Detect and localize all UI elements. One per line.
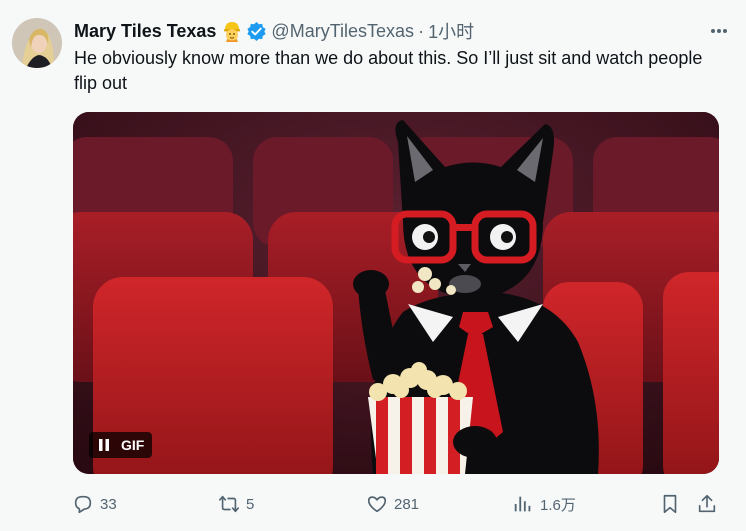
views-button[interactable]: 1.6万 — [512, 490, 576, 518]
share-button[interactable] — [696, 490, 718, 518]
more-horizontal-icon — [711, 29, 727, 33]
reply-icon — [74, 495, 92, 514]
analytics-icon — [514, 496, 531, 512]
reply-button[interactable]: 33 — [72, 490, 117, 518]
gif-badge[interactable]: GIF — [89, 432, 153, 458]
avatar-image — [12, 18, 62, 68]
gif-label: GIF — [121, 437, 145, 453]
reply-count: 33 — [100, 495, 117, 513]
pause-button[interactable] — [93, 434, 115, 456]
author-handle[interactable]: @MaryTilesTexas — [271, 21, 414, 42]
share-icon — [698, 494, 716, 513]
author-display-name[interactable]: Mary Tiles Texas — [74, 21, 216, 42]
construction-worker-emoji-icon — [224, 22, 241, 42]
view-count: 1.6万 — [540, 496, 576, 514]
like-count: 281 — [394, 495, 420, 513]
tweet-header: Mary Tiles Texas @MaryTilesTexas · 1小时 — [74, 18, 734, 44]
more-options-button[interactable] — [704, 18, 734, 44]
timestamp[interactable]: 1小时 — [428, 18, 474, 44]
repost-count: 5 — [246, 495, 255, 513]
verified-badge-icon[interactable] — [246, 21, 267, 42]
tweet-text: He obviously know more than we do about … — [74, 48, 703, 93]
tweet[interactable]: Mary Tiles Texas @MaryTilesTexas · 1小时 H… — [0, 0, 746, 531]
tweet-actions: 33 5 281 1.6万 — [72, 490, 722, 518]
pause-icon — [99, 439, 109, 451]
cat-eating-popcorn-gif — [73, 112, 719, 474]
bookmark-button[interactable] — [659, 490, 681, 518]
repost-button[interactable]: 5 — [218, 490, 254, 518]
gif-media[interactable]: GIF — [73, 112, 719, 474]
avatar[interactable] — [12, 18, 62, 68]
like-button[interactable]: 281 — [366, 490, 419, 518]
repost-icon — [219, 495, 239, 513]
heart-icon — [367, 496, 387, 513]
separator-dot: · — [418, 20, 425, 41]
bookmark-icon — [663, 494, 677, 514]
